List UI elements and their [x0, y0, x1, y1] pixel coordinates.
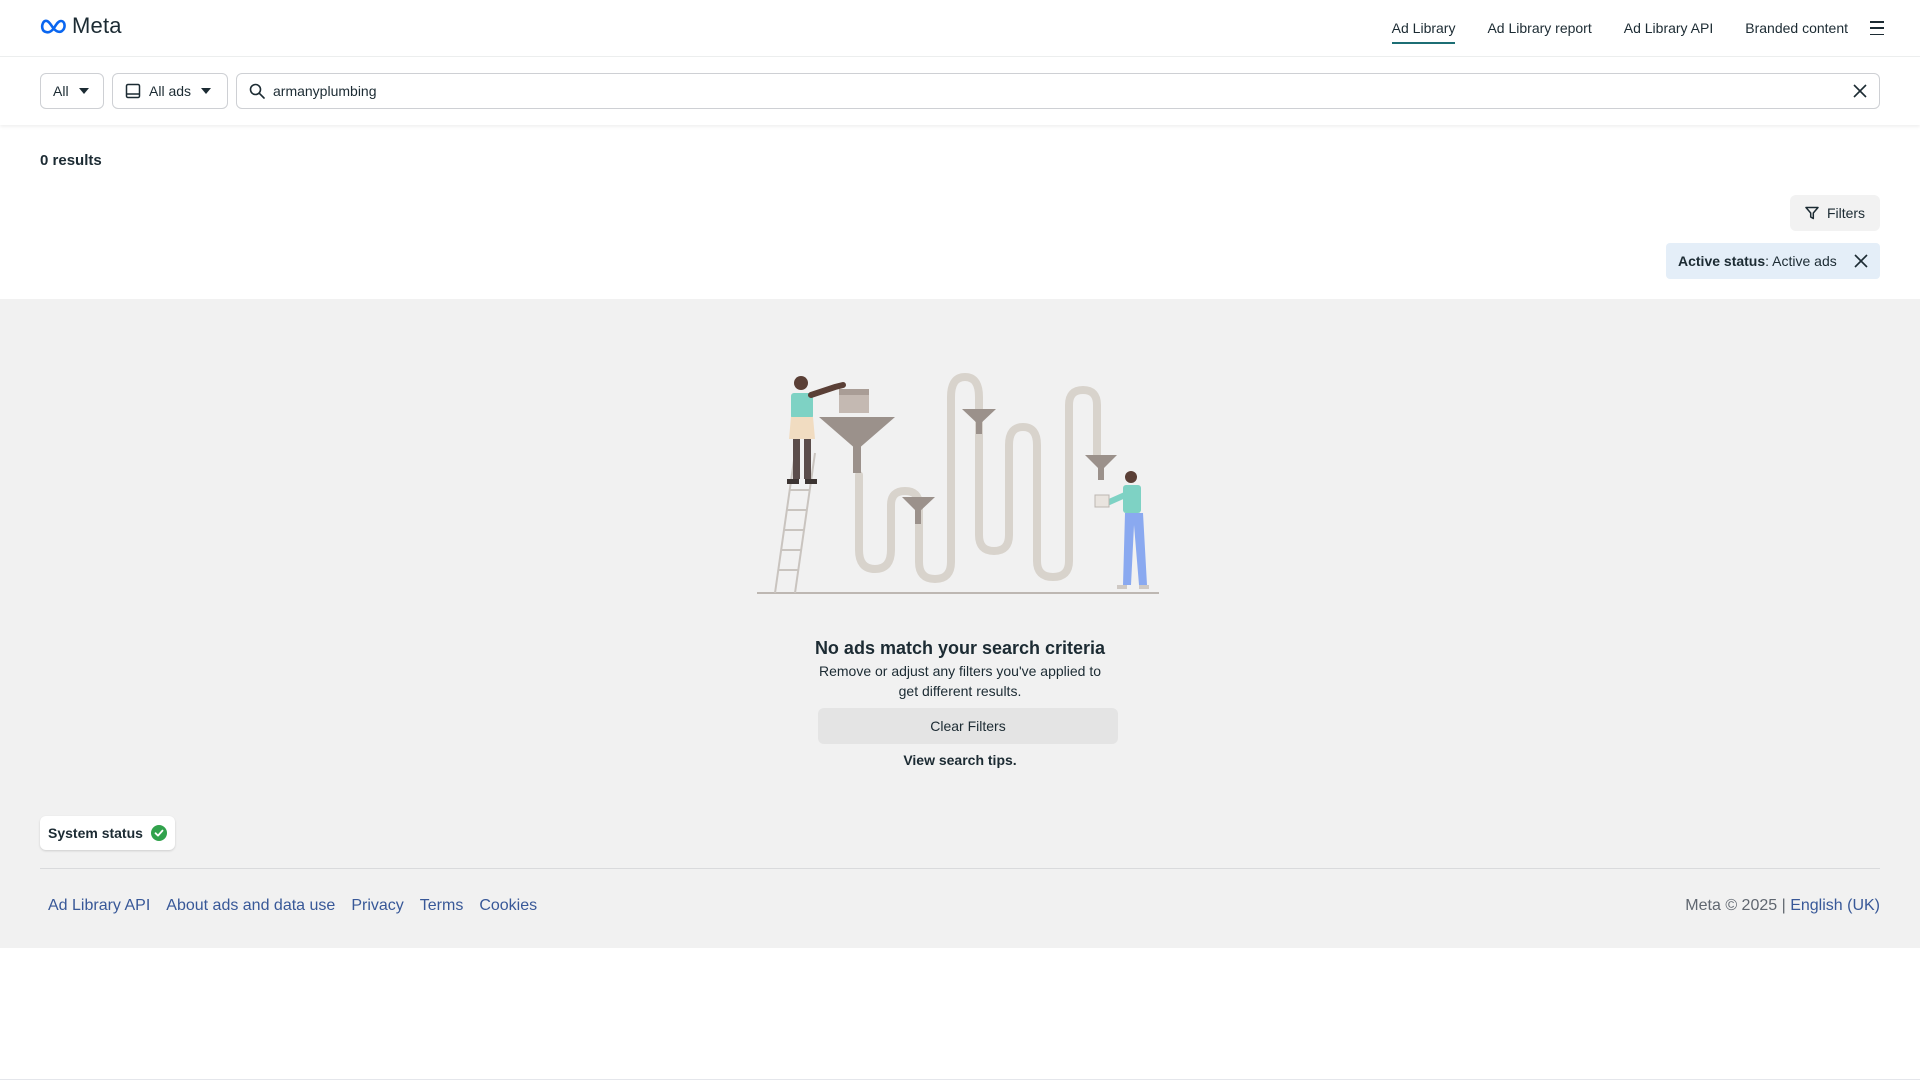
- clear-filters-button[interactable]: Clear Filters: [818, 708, 1118, 744]
- country-dropdown[interactable]: All: [40, 73, 104, 109]
- funnel-pipes-illustration: [757, 372, 1159, 594]
- caret-down-icon: [201, 88, 212, 94]
- results-count: 0 results: [40, 152, 102, 169]
- active-filter-key: Active status: [1678, 253, 1766, 269]
- empty-state-area: No ads match your search criteria Remove…: [0, 299, 1920, 948]
- search-field[interactable]: [236, 73, 1880, 109]
- ad-category-dropdown[interactable]: All ads: [112, 73, 228, 109]
- meta-infinity-icon: [40, 19, 66, 34]
- footer-links: Ad Library API About ads and data use Pr…: [48, 897, 553, 915]
- view-search-tips-link[interactable]: View search tips.: [0, 752, 1920, 768]
- copyright-text: Meta © 2025 |: [1685, 897, 1791, 914]
- search-input[interactable]: [273, 83, 1833, 99]
- footer-link-terms[interactable]: Terms: [420, 897, 464, 915]
- empty-state-subtitle: Remove or adjust any filters you've appl…: [818, 663, 1102, 699]
- nav-branded-content[interactable]: Branded content: [1745, 0, 1848, 56]
- filters-button-label: Filters: [1826, 205, 1866, 221]
- footer-copyright: Meta © 2025 | English (UK): [1685, 897, 1880, 915]
- active-filter-chip: Active status : Active ads: [1666, 243, 1880, 279]
- ad-category-icon: [125, 83, 141, 99]
- empty-state-title: No ads match your search criteria: [814, 638, 1106, 658]
- check-circle-icon: [150, 825, 167, 841]
- footer-divider: [40, 868, 1880, 869]
- caret-down-icon: [78, 88, 89, 94]
- footer-link-about-ads[interactable]: About ads and data use: [166, 897, 335, 915]
- system-status-button[interactable]: System status: [40, 816, 175, 850]
- nav-ad-library-report[interactable]: Ad Library report: [1487, 0, 1591, 56]
- close-icon[interactable]: [1853, 84, 1867, 98]
- footer-link-privacy[interactable]: Privacy: [351, 897, 403, 915]
- remove-filter-icon[interactable]: [1854, 254, 1868, 268]
- search-icon: [249, 83, 265, 99]
- filters-button[interactable]: Filters: [1790, 195, 1880, 231]
- ad-category-label: All ads: [149, 83, 192, 99]
- top-nav: Ad Library Ad Library report Ad Library …: [1360, 0, 1884, 56]
- search-bar-row: All All ads: [0, 57, 1920, 125]
- footer-link-ad-library-api[interactable]: Ad Library API: [48, 897, 150, 915]
- active-filter-value: : Active ads: [1765, 253, 1837, 269]
- footer-link-cookies[interactable]: Cookies: [479, 897, 537, 915]
- language-selector-link[interactable]: English (UK): [1790, 897, 1880, 914]
- system-status-label: System status: [48, 825, 143, 841]
- meta-logo[interactable]: Meta: [40, 13, 122, 38]
- country-dropdown-label: All: [53, 83, 69, 99]
- nav-ad-library-api[interactable]: Ad Library API: [1624, 0, 1714, 56]
- logo-text: Meta: [72, 13, 122, 38]
- hamburger-icon[interactable]: [1870, 21, 1884, 35]
- top-navigation: Meta Ad Library Ad Library report Ad Lib…: [0, 0, 1920, 57]
- filter-icon: [1805, 206, 1819, 220]
- nav-ad-library[interactable]: Ad Library: [1391, 0, 1455, 56]
